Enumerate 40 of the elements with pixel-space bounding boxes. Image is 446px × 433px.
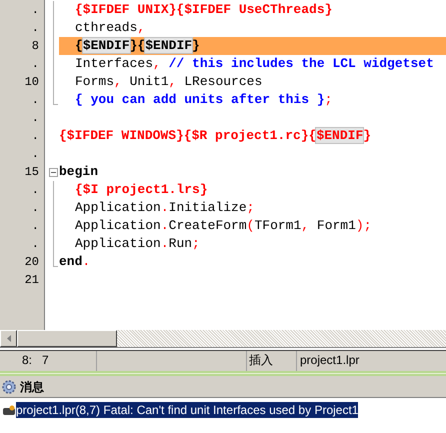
line-number: . bbox=[30, 182, 40, 199]
code-line: cthreads, bbox=[74, 19, 146, 37]
code-line: Application.Initialize; bbox=[74, 199, 256, 217]
file-name: project1.lpr bbox=[299, 352, 360, 369]
scrollbar-thumb[interactable] bbox=[17, 330, 117, 347]
code-line: Application.CreateForm(TForm1, Form1); bbox=[74, 217, 373, 235]
line-number: 21 bbox=[24, 272, 40, 289]
fold-end-line bbox=[53, 253, 58, 267]
message-item[interactable]: project1.lpr(8,7) Fatal: Can't find unit Interfaces used by Project1 bbox=[16, 402, 358, 418]
code-line: Interfaces, // this includes the LCL widgetset bbox=[74, 55, 435, 73]
line-number: . bbox=[30, 20, 40, 37]
line-number: 8 bbox=[30, 38, 40, 55]
line-number: . bbox=[30, 2, 40, 19]
code-line: { you can add units after this }; bbox=[74, 91, 334, 109]
gear-icon bbox=[1, 380, 17, 394]
line-number: 10 bbox=[24, 74, 40, 91]
code-line: {$IFDEF WINDOWS}{$R project1.rc}{$ENDIF} bbox=[59, 127, 372, 145]
line-number: . bbox=[30, 110, 40, 127]
horizontal-scrollbar[interactable] bbox=[0, 330, 446, 348]
code-line: Application.Run; bbox=[74, 235, 201, 253]
code-line: {$IFDEF UNIX}{$IFDEF UseCThreads} bbox=[74, 1, 334, 19]
line-number: 20 bbox=[24, 254, 40, 271]
line-number: . bbox=[30, 146, 40, 163]
fold-collapse-icon[interactable] bbox=[49, 168, 58, 177]
line-number: 15 bbox=[24, 164, 40, 181]
code-line: end. bbox=[59, 253, 92, 271]
line-number: . bbox=[30, 218, 40, 235]
code-line: Forms, Unit1, LResources bbox=[74, 73, 264, 91]
messages-title: 消息 bbox=[20, 378, 44, 396]
code-line: {$I project1.lrs} bbox=[74, 181, 209, 199]
line-number: . bbox=[30, 92, 40, 109]
scroll-left-button[interactable] bbox=[0, 330, 17, 347]
line-number: . bbox=[30, 56, 40, 73]
line-number: . bbox=[30, 128, 40, 145]
code-line: begin bbox=[59, 163, 100, 181]
line-number: . bbox=[30, 200, 40, 217]
fold-end-line bbox=[53, 91, 58, 105]
error-icon bbox=[3, 404, 16, 416]
line-number: . bbox=[30, 236, 40, 253]
left-arrow-icon bbox=[6, 335, 10, 342]
